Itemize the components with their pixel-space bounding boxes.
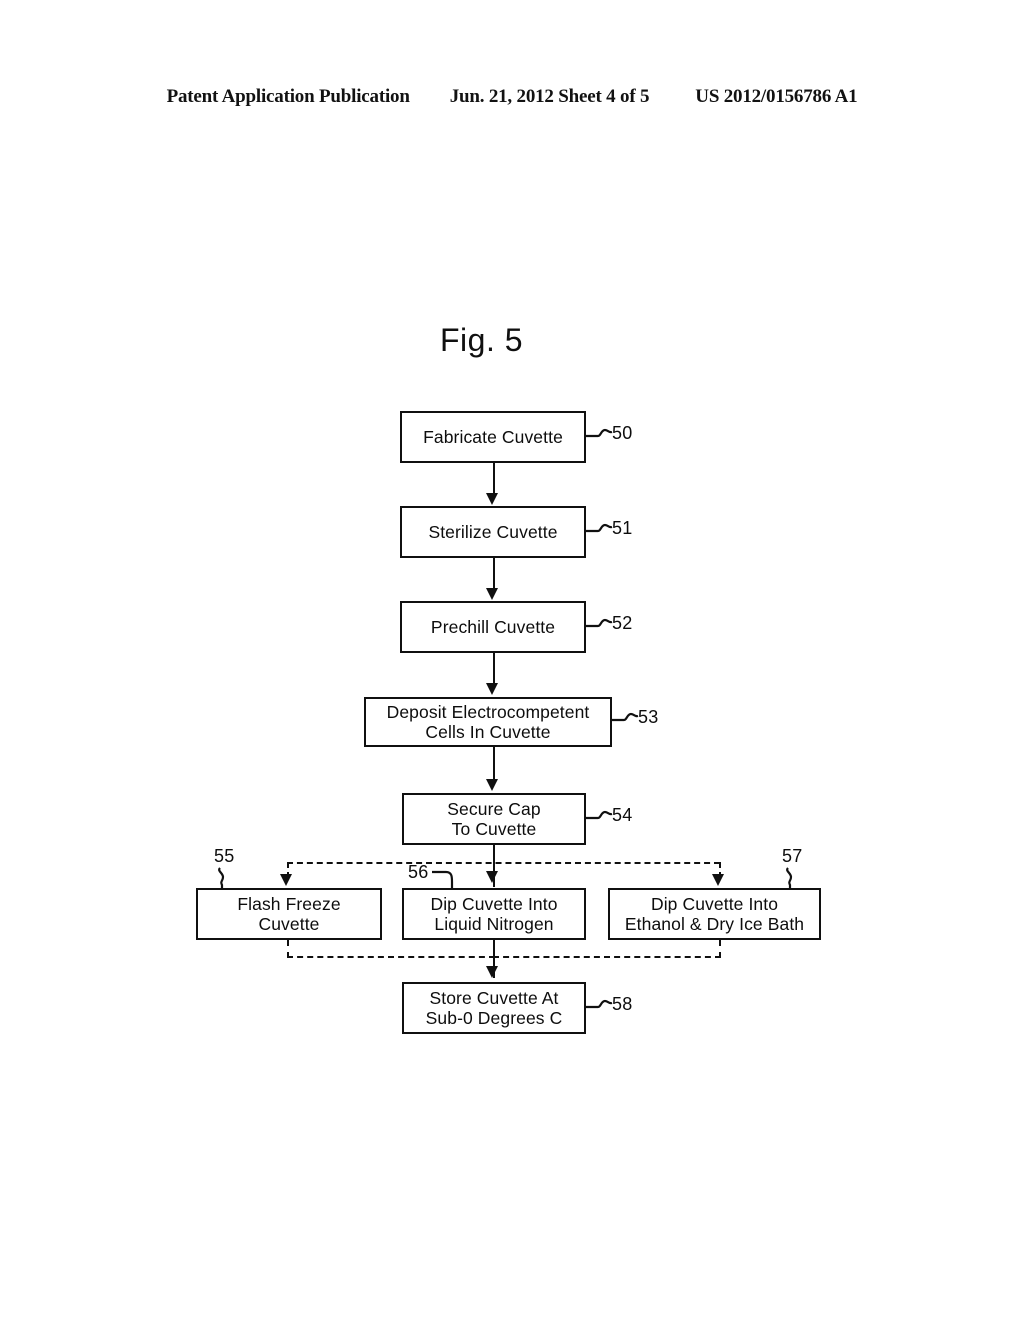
figure-5-flowchart: Fig. 5 Fabricate Cuvette 50 Sterilize Cu… xyxy=(0,0,1024,1320)
figure-title: Fig. 5 xyxy=(440,322,524,358)
node-fabricate-cuvette: Fabricate Cuvette xyxy=(400,411,586,463)
node-deposit-electrocompetent-cells: Deposit Electrocompetent Cells In Cuvett… xyxy=(364,697,612,747)
arrowhead-54-to-56 xyxy=(486,871,498,883)
node-store-cuvette-sub-zero: Store Cuvette At Sub-0 Degrees C xyxy=(402,982,586,1034)
node-53-line-2: Cells In Cuvette xyxy=(425,722,551,742)
node-prechill-cuvette: Prechill Cuvette xyxy=(400,601,586,653)
connector-50-to-51 xyxy=(493,463,495,493)
node-dip-cuvette-ethanol-dry-ice: Dip Cuvette Into Ethanol & Dry Ice Bath xyxy=(608,888,821,940)
branch-bus-dashed xyxy=(287,862,720,864)
node-53-line-1: Deposit Electrocompetent xyxy=(386,701,590,722)
node-dip-cuvette-liquid-nitrogen: Dip Cuvette Into Liquid Nitrogen xyxy=(402,888,586,940)
connector-51-to-52 xyxy=(493,558,495,588)
node-55-line-1: Flash Freeze xyxy=(237,893,341,914)
arrowhead-53-to-54 xyxy=(486,779,498,791)
ref-numeral-57: 57 xyxy=(782,846,803,866)
ref-numeral-53: 53 xyxy=(638,707,659,727)
merge-bus-left xyxy=(287,956,495,958)
arrowhead-54-to-55 xyxy=(280,874,292,886)
ref-numeral-50: 50 xyxy=(612,423,633,443)
node-51-line-1: Sterilize Cuvette xyxy=(428,521,558,542)
node-flash-freeze-cuvette: Flash Freeze Cuvette xyxy=(196,888,382,940)
node-57-line-1: Dip Cuvette Into xyxy=(650,893,779,914)
node-secure-cap-to-cuvette: Secure Cap To Cuvette xyxy=(402,793,586,845)
node-58-line-2: Sub-0 Degrees C xyxy=(425,1008,563,1028)
arrowhead-51-to-52 xyxy=(486,588,498,600)
ref-numeral-54: 54 xyxy=(612,805,633,825)
arrowhead-50-to-51 xyxy=(486,493,498,505)
node-54-line-1: Secure Cap xyxy=(447,798,541,819)
node-55-line-2: Cuvette xyxy=(258,914,320,934)
node-57-line-2: Ethanol & Dry Ice Bath xyxy=(624,914,805,934)
node-58-line-1: Store Cuvette At xyxy=(429,987,559,1008)
ref-numeral-58: 58 xyxy=(612,994,633,1014)
merge-bus-right xyxy=(493,956,721,958)
arrowhead-54-to-57 xyxy=(712,874,724,886)
node-56-line-2: Liquid Nitrogen xyxy=(434,914,554,934)
connector-53-to-54 xyxy=(493,747,495,779)
node-50-line-1: Fabricate Cuvette xyxy=(423,426,563,447)
node-52-line-1: Prechill Cuvette xyxy=(430,616,556,637)
arrowhead-52-to-53 xyxy=(486,683,498,695)
ref-numeral-51: 51 xyxy=(612,518,633,538)
node-54-line-2: To Cuvette xyxy=(451,819,537,839)
arrowhead-to-58 xyxy=(486,966,498,978)
connector-52-to-53 xyxy=(493,653,495,683)
ref-numeral-55: 55 xyxy=(214,846,235,866)
ref-numeral-56: 56 xyxy=(408,862,429,882)
node-56-line-1: Dip Cuvette Into xyxy=(430,893,558,914)
node-sterilize-cuvette: Sterilize Cuvette xyxy=(400,506,586,558)
ref-numeral-52: 52 xyxy=(612,613,633,633)
